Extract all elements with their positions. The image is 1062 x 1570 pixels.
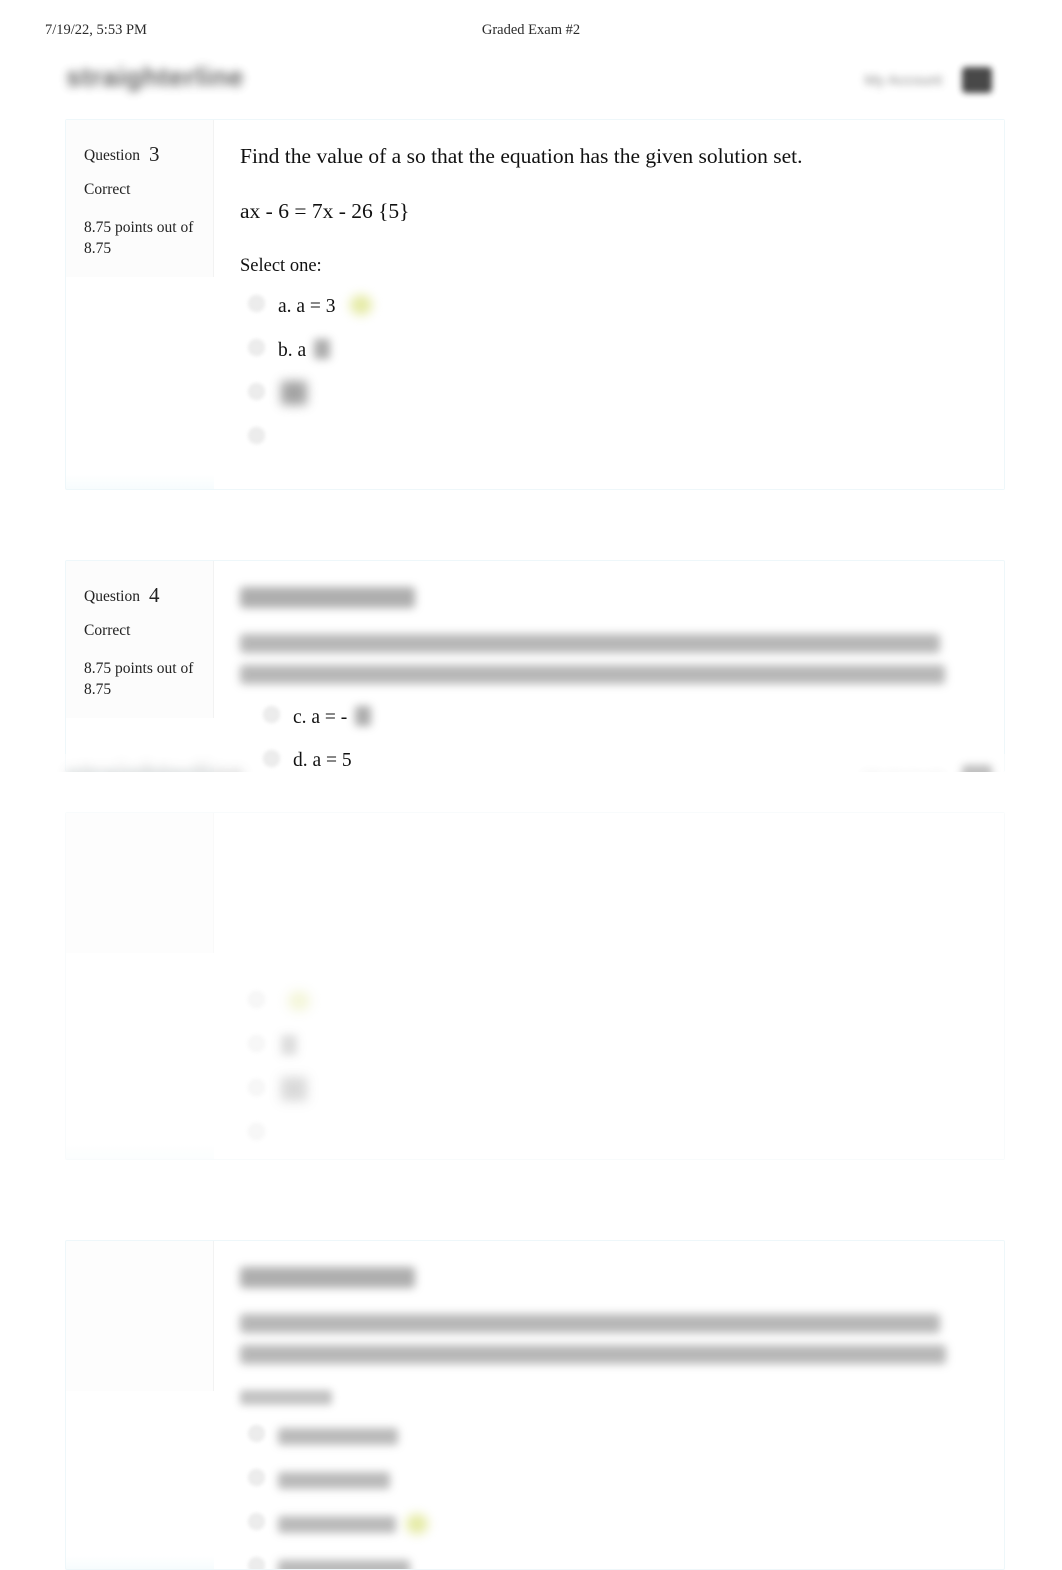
answer-list-q5 bbox=[240, 1419, 976, 1570]
answer-label-b: b. a bbox=[278, 339, 330, 362]
question-number-label: Question bbox=[84, 147, 140, 164]
answer-option-ghost-a[interactable] bbox=[240, 985, 976, 1019]
radio-icon-ghost-a[interactable] bbox=[248, 991, 265, 1008]
avatar-icon[interactable] bbox=[962, 67, 992, 93]
correct-answer-check-icon-q5 bbox=[406, 1514, 428, 1534]
radio-icon-ghost-b[interactable] bbox=[248, 1035, 265, 1052]
question-card-ghost bbox=[65, 812, 1005, 1160]
question-text-redacted-q5-line2 bbox=[240, 1345, 946, 1364]
answer-label-ghost-c bbox=[278, 1077, 307, 1104]
answer-option-ghost-c[interactable] bbox=[240, 1073, 976, 1107]
answer-label-c bbox=[278, 381, 307, 408]
answer-text-redacted-q5-d bbox=[278, 1560, 410, 1570]
question-number-label-q4: Question bbox=[84, 588, 140, 605]
overlapping-answer-overlay: c. a = - d. a = 5 bbox=[255, 700, 585, 788]
question-body-q3: Find the value of a so that the equation… bbox=[214, 120, 1004, 489]
question-text-redacted-q5-line1 bbox=[240, 1314, 940, 1333]
radio-icon-q5-c[interactable] bbox=[248, 1513, 265, 1530]
answer-text-a: a = 3 bbox=[296, 296, 335, 317]
answer-list-q3: a. a = 3 b. a bbox=[240, 289, 976, 455]
answer-letter-b: b. bbox=[278, 340, 293, 361]
answer-option-d[interactable]: d. a = 5 bbox=[255, 744, 585, 778]
answer-label-a: a. a = 3 bbox=[278, 295, 372, 318]
radio-icon-b[interactable] bbox=[248, 339, 265, 356]
select-one-label-redacted-q5 bbox=[240, 1390, 332, 1405]
redacted-fraction-b bbox=[314, 339, 330, 359]
answer-text-d: a = 5 bbox=[313, 750, 352, 771]
answer-option-q5-c[interactable] bbox=[240, 1507, 976, 1541]
question-body-ghost bbox=[214, 813, 1004, 1159]
answer-option-ghost-b[interactable] bbox=[240, 1029, 976, 1063]
site-header: straighterline My Account bbox=[0, 56, 1062, 114]
radio-icon-d-overlay[interactable] bbox=[263, 750, 280, 767]
question-text-q3: Find the value of a so that the equation… bbox=[240, 142, 976, 170]
correct-answer-check-icon-ghost bbox=[288, 991, 310, 1011]
radio-icon-q5-d[interactable] bbox=[248, 1557, 265, 1570]
question-text-redacted-q4-line1 bbox=[240, 634, 940, 653]
question-card-q3: Question 3 Correct 8.75 points out of 8.7… bbox=[65, 119, 1005, 490]
answer-list-overlay: c. a = - d. a = 5 bbox=[255, 700, 585, 778]
my-account-nav-link[interactable]: My Account bbox=[864, 72, 942, 89]
radio-icon-c[interactable] bbox=[248, 383, 265, 400]
question-equation-q3: ax - 6 = 7x - 26 {5} bbox=[240, 198, 976, 226]
answer-option-c-hidden[interactable] bbox=[240, 377, 976, 411]
answer-label-ghost-a bbox=[278, 991, 310, 1014]
print-document-title: Graded Exam #2 bbox=[0, 22, 1062, 39]
question-number-value: 3 bbox=[149, 142, 160, 166]
answer-option-d-hidden[interactable] bbox=[240, 421, 976, 455]
radio-icon-c-overlay[interactable] bbox=[263, 706, 280, 723]
radio-icon-d[interactable] bbox=[248, 427, 265, 444]
answer-option-b[interactable]: b. a bbox=[240, 333, 976, 367]
question-state-q3: Correct bbox=[84, 181, 199, 199]
radio-icon-q5-a[interactable] bbox=[248, 1425, 265, 1442]
question-grade-q3: 8.75 points out of 8.75 bbox=[84, 217, 199, 259]
answer-option-q5-b[interactable] bbox=[240, 1463, 976, 1497]
answer-text-redacted-q5-b bbox=[278, 1472, 390, 1489]
answer-label-d-overlay: d. a = 5 bbox=[293, 750, 352, 772]
redacted-fraction-c bbox=[281, 381, 307, 405]
question-text-redacted-q4-line2 bbox=[240, 665, 945, 684]
question-card-q5 bbox=[65, 1240, 1005, 1570]
answer-list-ghost bbox=[240, 985, 976, 1151]
question-number-q3: Question 3 bbox=[84, 142, 199, 167]
question-number-value-q4: 4 bbox=[149, 583, 160, 607]
answer-label-ghost-b bbox=[278, 1035, 297, 1058]
select-one-label-q3: Select one: bbox=[240, 256, 976, 277]
answer-option-a[interactable]: a. a = 3 bbox=[240, 289, 976, 323]
question-state-q4: Correct bbox=[84, 622, 199, 640]
question-body-q5 bbox=[214, 1241, 1004, 1569]
radio-icon-ghost-c[interactable] bbox=[248, 1079, 265, 1096]
redacted-fraction-ghost-c bbox=[281, 1077, 307, 1101]
correct-answer-check-icon bbox=[350, 295, 372, 315]
question-grade-q4: 8.75 points out of 8.75 bbox=[84, 658, 199, 700]
radio-icon-a[interactable] bbox=[248, 295, 265, 312]
answer-letter-c: c. bbox=[293, 707, 307, 728]
answer-option-q5-a[interactable] bbox=[240, 1419, 976, 1453]
site-logo[interactable]: straighterline bbox=[66, 62, 244, 93]
print-header: 7/19/22, 5:53 PM Graded Exam #2 bbox=[0, 22, 1062, 44]
question-info-q4: Question 4 Correct 8.75 points out of 8.7… bbox=[66, 561, 214, 718]
answer-option-c[interactable]: c. a = - bbox=[255, 700, 585, 734]
answer-option-ghost-d[interactable] bbox=[240, 1117, 976, 1151]
question-info-ghost bbox=[66, 813, 214, 953]
redacted-fraction-ghost-b bbox=[281, 1035, 297, 1055]
answer-letter-a: a. bbox=[278, 296, 292, 317]
answer-text-redacted-q5-a bbox=[278, 1428, 398, 1445]
answer-text-b: a bbox=[298, 340, 307, 361]
question-number-q4: Question 4 bbox=[84, 583, 199, 608]
answer-text-c: a = - bbox=[311, 707, 347, 728]
radio-icon-ghost-d[interactable] bbox=[248, 1123, 265, 1140]
question-heading-redacted-q4 bbox=[240, 587, 415, 608]
question-info-q3: Question 3 Correct 8.75 points out of 8.7… bbox=[66, 120, 214, 277]
answer-text-redacted-q5-c bbox=[278, 1516, 396, 1533]
radio-icon-q5-b[interactable] bbox=[248, 1469, 265, 1486]
answer-letter-d: d. bbox=[293, 750, 308, 771]
redacted-fraction-c-overlay bbox=[355, 706, 371, 726]
question-heading-redacted-q5 bbox=[240, 1267, 415, 1288]
answer-label-c-overlay: c. a = - bbox=[293, 706, 371, 729]
question-info-q5 bbox=[66, 1241, 214, 1391]
